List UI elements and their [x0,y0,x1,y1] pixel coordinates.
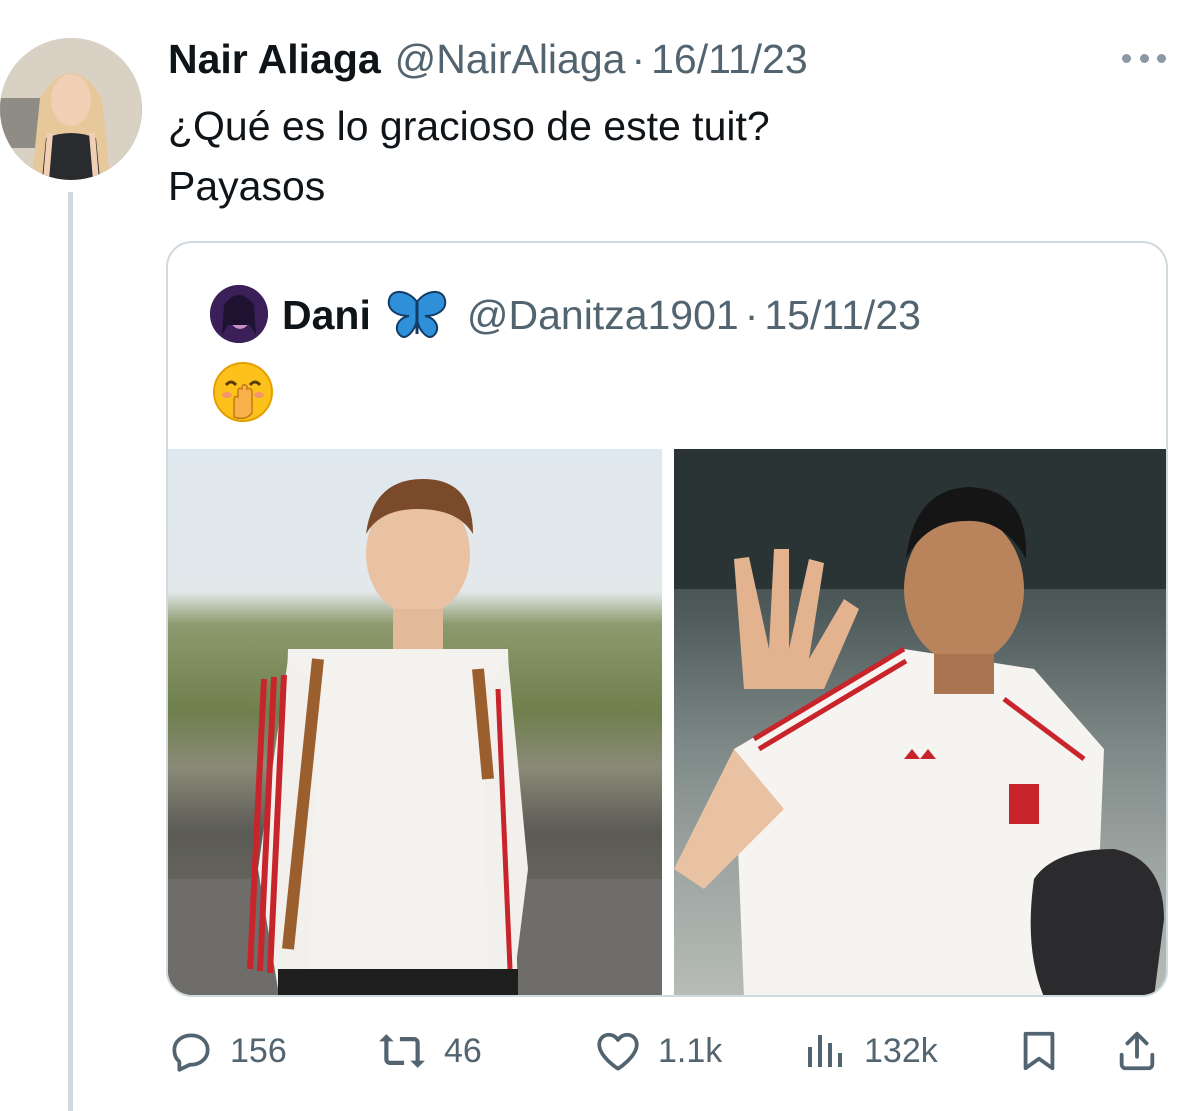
more-dot [1139,53,1149,63]
share-button[interactable] [1114,1024,1160,1078]
quoted-author-handle[interactable]: @Danitza1901 [467,292,739,339]
butterfly-icon [387,290,447,340]
reply-count: 156 [230,1031,287,1070]
hand-over-mouth-emoji [212,361,274,423]
views-count: 132k [864,1031,938,1070]
author-avatar[interactable] [0,38,142,180]
retweet-button[interactable]: 46 [374,1024,482,1078]
thread-connector-line [68,192,73,1111]
photo-right-illustration [674,449,1166,995]
tweet-action-bar: 156 46 1.1k 132k [166,1024,1166,1078]
share-icon [1119,1031,1155,1071]
tweet-header: Nair Aliaga @NairAliaga · 16/11/23 [168,34,808,84]
reply-button[interactable]: 156 [166,1024,287,1078]
like-count: 1.1k [658,1031,723,1070]
photo-player-waving[interactable] [674,449,1166,995]
views-chart-icon [808,1035,842,1067]
quoted-avatar-image [210,285,268,343]
bookmark-button[interactable] [1016,1024,1062,1078]
more-dot [1157,53,1166,63]
author-name[interactable]: Nair Aliaga [168,36,381,83]
quoted-tweet-card[interactable]: Dani @Danitza1901 · 15/11/23 [166,241,1168,997]
more-options-icon[interactable] [1122,46,1166,70]
heart-icon [597,1032,639,1071]
tweet-text-line-2: Payasos [168,163,326,209]
reply-icon [172,1033,210,1072]
bookmark-icon [1023,1031,1055,1071]
quoted-author-name[interactable]: Dani [282,292,371,339]
views-button[interactable]: 132k [802,1024,938,1078]
quoted-tweet-date[interactable]: 15/11/23 [764,292,921,339]
author-handle[interactable]: @NairAliaga [395,36,626,83]
separator-dot: · [744,291,759,338]
retweet-count: 46 [444,1031,482,1070]
quoted-media-grid [168,449,1166,995]
avatar-image [0,38,142,180]
photo-left-illustration [168,479,662,995]
like-button[interactable]: 1.1k [592,1024,722,1078]
retweet-icon [379,1034,425,1068]
tweet-date[interactable]: 16/11/23 [651,36,808,83]
tweet-text-line-1: ¿Qué es lo gracioso de este tuit? [168,103,770,149]
more-dot [1122,53,1131,63]
photo-player-backpack[interactable] [168,449,662,995]
quoted-tweet-header: Dani @Danitza1901 · 15/11/23 [282,287,921,343]
quoted-author-avatar[interactable] [210,285,268,343]
separator-dot: · [631,35,646,82]
